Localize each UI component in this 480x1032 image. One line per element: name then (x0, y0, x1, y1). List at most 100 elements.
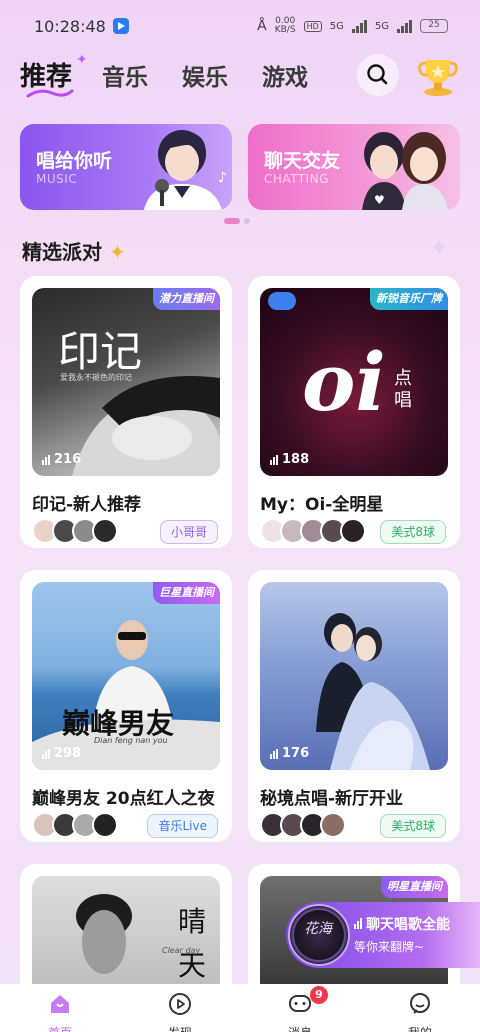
room-card[interactable]: oi 点唱 新锐音乐厂牌 188 My：Oi-全明星 美式8球 (248, 276, 460, 548)
gamepad-icon (268, 292, 296, 310)
room-category-badge: 音乐Live (147, 814, 218, 838)
room-cover: 印记 爱我永不褪色的印记 潜力直播间 216 (32, 288, 220, 476)
equalizer-icon (354, 918, 362, 929)
avatar (340, 518, 366, 544)
room-cover: oi 点唱 新锐音乐厂牌 188 (260, 288, 448, 476)
room-cover: 巅峰男友 Dian feng nan you 巨星直播间 298 (32, 582, 220, 770)
vinyl-disc-icon: 花海 (288, 904, 350, 966)
section-title: 精选派对 ✦ (22, 240, 126, 264)
search-button[interactable] (357, 54, 399, 96)
floating-promo[interactable]: 花海 聊天唱歌全能 等你来翻牌~ (286, 902, 480, 968)
app-notification-icon (113, 18, 129, 34)
banner-subtitle: MUSIC (36, 172, 78, 186)
status-time: 10:28:48 (34, 17, 106, 36)
trophy-button[interactable] (414, 52, 462, 100)
room-tag: 新锐音乐厂牌 (370, 288, 448, 310)
carousel-dot[interactable] (244, 218, 250, 224)
cover-caption: Dian feng nan you (94, 736, 168, 745)
signal-icon-2 (397, 19, 412, 33)
listeners-icon (42, 748, 50, 759)
room-card[interactable]: 巅峰男友 Dian feng nan you 巨星直播间 298 巅峰男友 20… (20, 570, 232, 842)
banner-music[interactable]: 唱给你听 MUSIC ♪ (20, 124, 232, 210)
cover-title: oi (302, 335, 386, 429)
nav-discover[interactable]: 发现 (150, 992, 210, 1032)
room-cover: 176 (260, 582, 448, 770)
message-count-badge: 9 (310, 986, 328, 1004)
sparkle-icon: ✦ (76, 52, 88, 68)
avatar (320, 812, 346, 838)
cover-caption: 爱我永不褪色的印记 (60, 373, 132, 382)
signal-5g-label-2: 5G (374, 20, 389, 32)
room-title: My：Oi-全明星 (260, 495, 384, 515)
room-title: 秘境点唱-新厅开业 (260, 789, 404, 809)
cover-caption: 点唱 (394, 368, 412, 411)
room-card[interactable]: 晴天 Clear day (20, 864, 232, 1004)
member-avatars (260, 812, 346, 838)
top-nav: 推荐 ✦ 音乐 娱乐 游戏 (0, 52, 480, 100)
listeners-icon (270, 454, 278, 465)
party-popper-icon: ✦ (108, 240, 126, 264)
listeners-icon (42, 454, 50, 465)
carousel-indicator (224, 218, 250, 224)
room-tag: 明星直播间 (381, 876, 448, 898)
tab-music[interactable]: 音乐 (102, 58, 148, 92)
sparkle-icon: ✦ (430, 236, 449, 261)
listener-count: 298 (42, 746, 81, 761)
message-icon (289, 995, 311, 1012)
svg-text:♥: ♥ (374, 193, 385, 207)
listener-count: 176 (270, 746, 309, 761)
room-tag: 潜力直播间 (153, 288, 220, 310)
discover-icon (169, 993, 191, 1015)
carousel-dot-active[interactable] (224, 218, 240, 224)
home-icon (51, 995, 69, 1013)
cover-title: 晴天 (178, 905, 207, 982)
tab-active-indicator (26, 89, 74, 98)
promo-headline: 聊天唱歌全能 (354, 914, 450, 934)
nav-profile[interactable]: 我的 (390, 992, 450, 1032)
couple-illustration: ♥ (362, 132, 448, 210)
status-icons: Å 0.00 KB/S HD 5G 5G 25 (257, 17, 448, 35)
room-title: 巅峰男友 20点红人之夜 (32, 789, 215, 809)
nav-label: 首页 (30, 1024, 90, 1032)
nav-label: 我的 (390, 1024, 450, 1032)
member-avatars (260, 518, 366, 544)
avatar (92, 518, 118, 544)
bottom-nav: 首页 发现 消息 我的 (0, 984, 480, 1032)
room-card[interactable]: 176 秘境点唱-新厅开业 美式8球 (248, 570, 460, 842)
room-title: 印记-新人推荐 (32, 495, 142, 515)
svg-text:♪: ♪ (218, 170, 227, 186)
listeners-icon (270, 748, 278, 759)
signal-icon (351, 19, 367, 33)
listener-count: 216 (42, 452, 81, 467)
profile-icon (410, 993, 430, 1014)
cover-caption: Clear day (162, 946, 201, 955)
banner-subtitle: CHATTING (264, 172, 329, 186)
avatar (92, 812, 118, 838)
banner-title: 唱给你听 (36, 150, 113, 172)
nav-home[interactable]: 首页 (30, 992, 90, 1032)
tab-entertainment[interactable]: 娱乐 (182, 58, 228, 92)
banner-title: 聊天交友 (264, 150, 341, 172)
singer-illustration: ♪ (144, 130, 227, 210)
cover-art (316, 613, 430, 770)
tab-games[interactable]: 游戏 (262, 58, 308, 92)
promo-subline: 等你来翻牌~ (354, 940, 425, 954)
status-bar: 10:28:48 Å 0.00 KB/S HD 5G 5G 25 (0, 0, 480, 52)
room-tag: 巨星直播间 (153, 582, 220, 604)
room-category-badge: 美式8球 (380, 814, 446, 838)
bluetooth-icon: Å (257, 18, 267, 34)
member-avatars (32, 812, 118, 838)
room-card[interactable]: 印记 爱我永不褪色的印记 潜力直播间 216 印记-新人推荐 小哥哥 (20, 276, 232, 548)
nav-label: 发现 (150, 1024, 210, 1032)
signal-5g-label: 5G (329, 20, 344, 32)
room-category-badge: 美式8球 (380, 520, 446, 544)
banner-chatting[interactable]: 聊天交友 CHATTING ♥ (248, 124, 460, 210)
battery-icon: 25 (420, 19, 448, 33)
disc-text: 花海 (304, 921, 332, 937)
nav-label: 消息 (270, 1024, 330, 1032)
member-avatars (32, 518, 118, 544)
cover-title: 印记 (58, 327, 143, 376)
trophy-icon (418, 60, 458, 96)
search-icon (367, 64, 388, 85)
room-category-badge: 小哥哥 (159, 520, 218, 544)
